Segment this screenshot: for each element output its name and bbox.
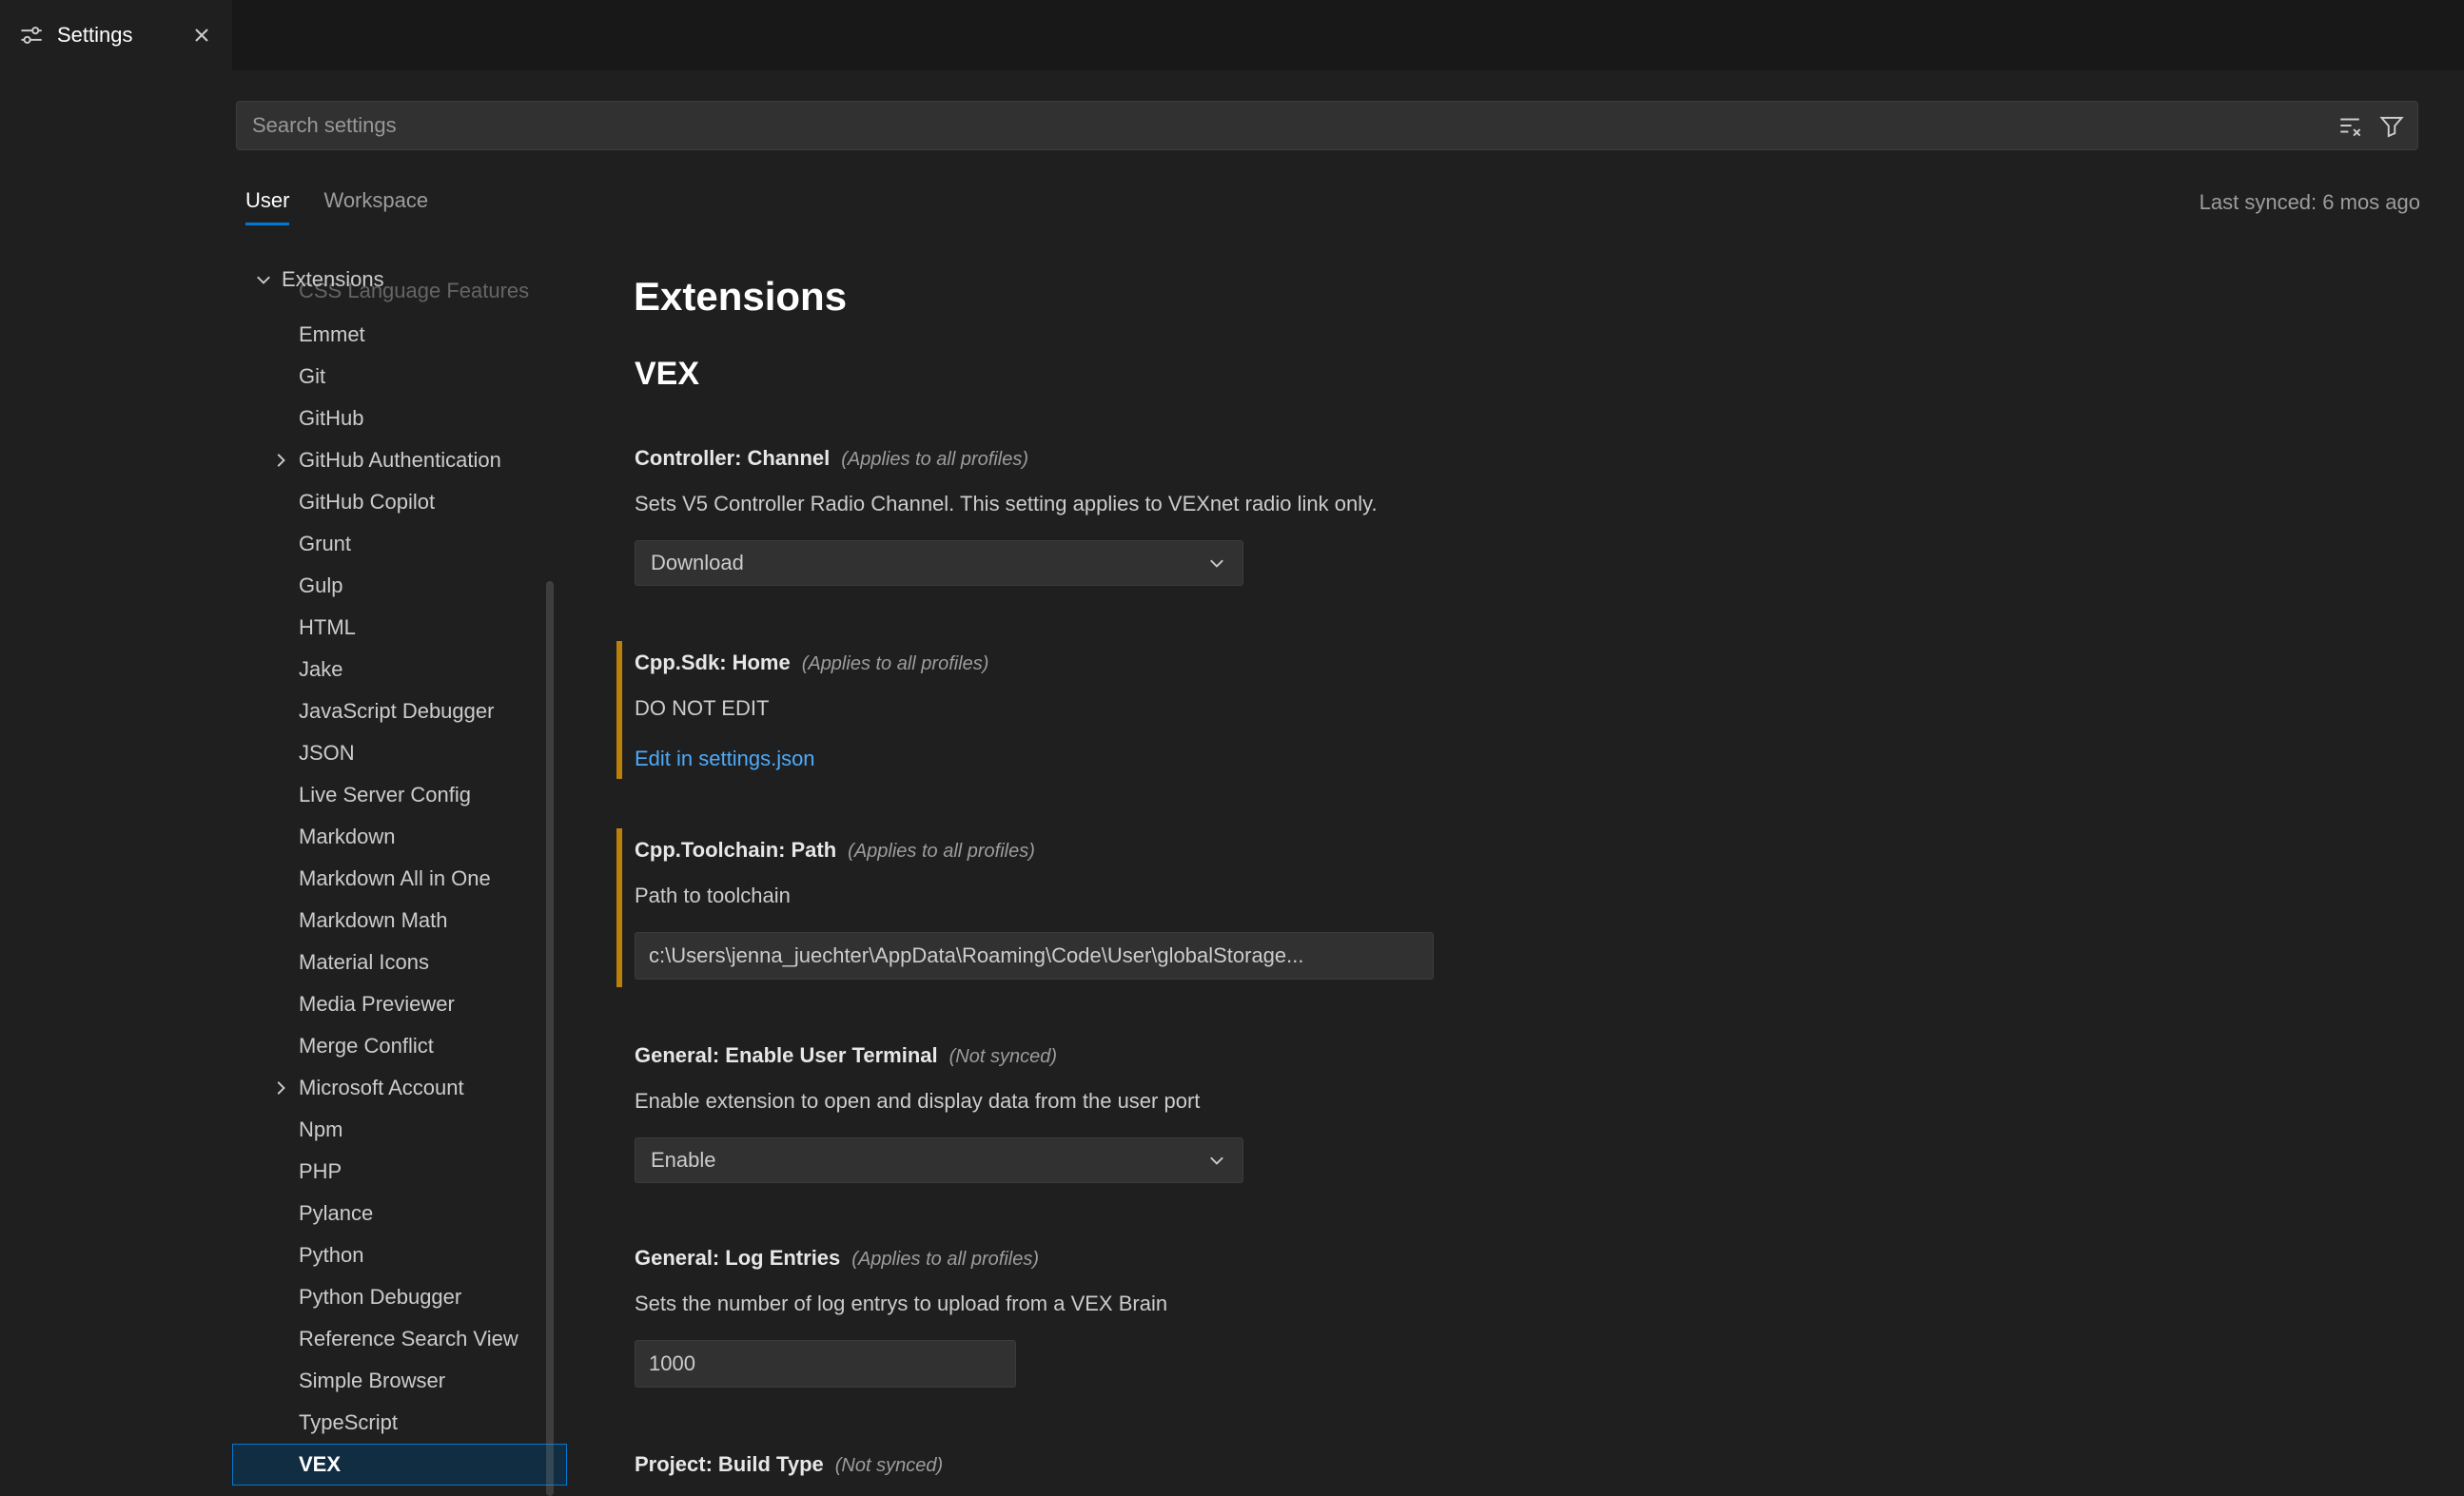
tree-item[interactable]: Merge Conflict — [232, 1025, 567, 1067]
last-synced-label: Last synced: 6 mos ago — [2200, 188, 2420, 215]
content-heading: Extensions — [634, 274, 847, 320]
enable-user-terminal-select[interactable]: Enable — [635, 1137, 1243, 1183]
edit-in-settings-json-link[interactable]: Edit in settings.json — [635, 747, 815, 771]
tree-item[interactable]: Pylance — [232, 1193, 567, 1234]
editor-tab-bar: Settings — [0, 0, 2464, 70]
tree-item[interactable]: Python Debugger — [232, 1276, 567, 1318]
modified-indicator — [616, 828, 622, 987]
tree-item[interactable]: JSON — [232, 732, 567, 774]
tree-item-vex[interactable]: VEX — [232, 1444, 567, 1486]
tree-item[interactable]: TypeScript — [232, 1402, 567, 1444]
tree-item[interactable]: GitHub — [232, 398, 567, 439]
setting-description: Path to toolchain — [635, 882, 2424, 910]
setting-title: Cpp.Toolchain:Path(Applies to all profil… — [635, 836, 2424, 865]
tree-item[interactable]: Media Previewer — [232, 983, 567, 1025]
settings-sliders-icon — [19, 23, 44, 48]
toolchain-path-input[interactable] — [635, 932, 1434, 980]
tree-root-label: Extensions — [282, 267, 384, 292]
setting-cpp-toolchain-path: Cpp.Toolchain:Path(Applies to all profil… — [616, 836, 2424, 980]
setting-scope-label: (Applies to all profiles) — [848, 841, 1035, 862]
tree-item[interactable]: Markdown Math — [232, 900, 567, 942]
tree-item[interactable]: Python — [232, 1234, 567, 1276]
tree-item[interactable]: GitHub Authentication — [232, 439, 567, 481]
setting-log-entries: General:Log Entries(Applies to all profi… — [616, 1244, 2424, 1388]
tree-item[interactable]: JavaScript Debugger — [232, 690, 567, 732]
log-entries-input[interactable] — [635, 1340, 1016, 1388]
vscode-settings-window: Settings User — [0, 0, 2464, 1496]
setting-description: Enable extension to open and display dat… — [635, 1087, 2424, 1116]
tree-root-extensions[interactable]: Extensions — [232, 259, 567, 301]
settings-tree: Emmet Git GitHub GitHub Authentication G… — [232, 314, 567, 1496]
chevron-down-icon — [1206, 553, 1227, 573]
setting-description: DO NOT EDIT — [635, 694, 2424, 723]
setting-scope-label: (Applies to all profiles) — [841, 449, 1028, 470]
tree-item[interactable]: Microsoft Account — [232, 1067, 567, 1109]
tree-item[interactable]: GitHub Copilot — [232, 481, 567, 523]
tree-scrollbar[interactable] — [546, 581, 554, 1496]
setting-description: Sets the number of log entrys to upload … — [635, 1290, 2424, 1318]
tree-item[interactable]: Markdown All in One — [232, 858, 567, 900]
setting-title: General:Enable User Terminal(Not synced) — [635, 1041, 2424, 1071]
settings-scope-bar: User Workspace Last synced: 6 mos ago — [245, 188, 2420, 232]
setting-title: Project:Build Type(Not synced) — [635, 1450, 2424, 1480]
setting-cpp-sdk-home: Cpp.Sdk:Home(Applies to all profiles) DO… — [616, 649, 2424, 771]
tree-item[interactable]: Npm — [232, 1109, 567, 1151]
setting-enable-user-terminal: General:Enable User Terminal(Not synced)… — [616, 1041, 2424, 1183]
setting-title: Controller:Channel(Applies to all profil… — [635, 444, 2424, 474]
tree-item[interactable]: PHP — [232, 1151, 567, 1193]
tree-item[interactable]: Simple Browser — [232, 1360, 567, 1402]
setting-scope-label: (Applies to all profiles) — [851, 1249, 1039, 1270]
tree-item[interactable]: HTML — [232, 607, 567, 649]
tab-title: Settings — [57, 23, 133, 48]
clear-filters-icon[interactable] — [2337, 113, 2362, 138]
setting-title: Cpp.Sdk:Home(Applies to all profiles) — [635, 649, 2424, 678]
settings-tab[interactable]: Settings — [0, 0, 232, 70]
tab-user[interactable]: User — [245, 188, 289, 225]
chevron-down-icon — [1206, 1150, 1227, 1171]
tree-item[interactable]: Emmet — [232, 314, 567, 356]
tree-item[interactable]: Gulp — [232, 565, 567, 607]
tree-item[interactable]: Material Icons — [232, 942, 567, 983]
settings-search-input[interactable] — [252, 113, 2337, 138]
setting-description: Sets V5 Controller Radio Channel. This s… — [635, 490, 2424, 518]
tree-item[interactable]: Live Server Config — [232, 774, 567, 816]
tree-item[interactable]: Reference Search View — [232, 1318, 567, 1360]
section-heading-vex: VEX — [635, 356, 699, 393]
tab-workspace[interactable]: Workspace — [323, 188, 428, 223]
tree-item[interactable]: Jake — [232, 649, 567, 690]
tree-item[interactable]: Markdown — [232, 816, 567, 858]
chevron-right-icon — [270, 450, 291, 471]
tree-item[interactable]: Git — [232, 356, 567, 398]
setting-project-build-type: Project:Build Type(Not synced) — [616, 1450, 2424, 1480]
setting-scope-label: (Applies to all profiles) — [802, 653, 989, 674]
setting-controller-channel: Controller:Channel(Applies to all profil… — [616, 444, 2424, 586]
filter-funnel-icon[interactable] — [2379, 113, 2404, 138]
controller-channel-select[interactable]: Download — [635, 540, 1243, 586]
setting-scope-label: (Not synced) — [835, 1455, 943, 1476]
modified-indicator — [616, 641, 622, 779]
chevron-down-icon — [253, 269, 274, 290]
close-icon[interactable] — [190, 24, 213, 47]
settings-search-bar — [236, 101, 2418, 150]
setting-title: General:Log Entries(Applies to all profi… — [635, 1244, 2424, 1273]
tree-item[interactable]: Grunt — [232, 523, 567, 565]
setting-scope-label: (Not synced) — [949, 1046, 1057, 1067]
chevron-right-icon — [270, 1078, 291, 1098]
